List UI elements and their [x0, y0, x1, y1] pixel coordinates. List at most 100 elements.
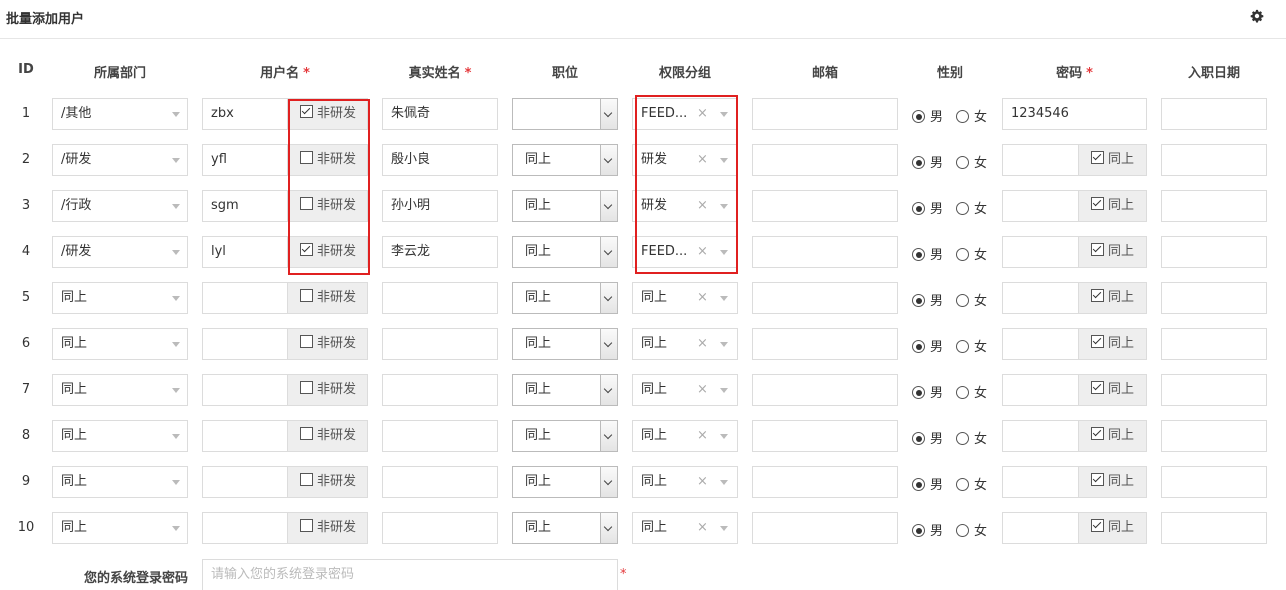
checkbox-icon[interactable]	[1091, 151, 1104, 164]
password-same-checkbox[interactable]: 同上	[1079, 374, 1147, 406]
radio-icon[interactable]	[912, 524, 925, 537]
radio-icon[interactable]	[956, 248, 969, 261]
username-input[interactable]: yfl	[202, 144, 288, 176]
email-input[interactable]	[752, 420, 898, 452]
email-input[interactable]	[752, 236, 898, 268]
join-date-input[interactable]	[1161, 98, 1267, 130]
gender-female-option[interactable]: 女	[956, 198, 987, 217]
radio-icon[interactable]	[912, 386, 925, 399]
gender-male-option[interactable]: 男	[912, 382, 943, 401]
realname-input[interactable]: 殷小良	[382, 144, 498, 176]
realname-input[interactable]	[382, 512, 498, 544]
chevron-down-icon[interactable]	[600, 191, 617, 221]
password-same-checkbox[interactable]: 同上	[1079, 282, 1147, 314]
password-same-checkbox[interactable]: 同上	[1079, 190, 1147, 222]
radio-icon[interactable]	[912, 156, 925, 169]
group-select[interactable]: 同上 ×	[632, 282, 738, 314]
gender-female-option[interactable]: 女	[956, 244, 987, 263]
username-input[interactable]	[202, 420, 288, 452]
department-select[interactable]: /研发	[52, 236, 188, 268]
gender-female-option[interactable]: 女	[956, 520, 987, 539]
position-select[interactable]: 同上	[512, 466, 618, 498]
username-input[interactable]	[202, 282, 288, 314]
email-input[interactable]	[752, 98, 898, 130]
gender-male-option[interactable]: 男	[912, 336, 943, 355]
gender-female-option[interactable]: 女	[956, 106, 987, 125]
username-input[interactable]: sgm	[202, 190, 288, 222]
realname-input[interactable]	[382, 328, 498, 360]
position-select[interactable]: 同上	[512, 420, 618, 452]
email-input[interactable]	[752, 190, 898, 222]
department-select[interactable]: 同上	[52, 466, 188, 498]
username-input[interactable]	[202, 328, 288, 360]
position-select[interactable]: 同上	[512, 328, 618, 360]
chevron-down-icon[interactable]	[600, 283, 617, 313]
join-date-input[interactable]	[1161, 466, 1267, 498]
clear-icon[interactable]: ×	[697, 467, 708, 497]
group-select[interactable]: 同上 ×	[632, 466, 738, 498]
username-input[interactable]: zbx	[202, 98, 288, 130]
non-rd-checkbox[interactable]: 非研发	[288, 328, 368, 360]
gender-female-option[interactable]: 女	[956, 382, 987, 401]
position-select[interactable]: 同上	[512, 190, 618, 222]
checkbox-icon[interactable]	[300, 473, 313, 486]
chevron-down-icon[interactable]	[600, 375, 617, 405]
position-select[interactable]: 同上	[512, 236, 618, 268]
email-input[interactable]	[752, 282, 898, 314]
group-select[interactable]: 同上 ×	[632, 420, 738, 452]
checkbox-icon[interactable]	[300, 289, 313, 302]
password-input[interactable]	[1002, 512, 1079, 544]
password-same-checkbox[interactable]: 同上	[1079, 236, 1147, 268]
chevron-down-icon[interactable]	[600, 237, 617, 267]
radio-icon[interactable]	[956, 478, 969, 491]
gender-male-option[interactable]: 男	[912, 474, 943, 493]
non-rd-checkbox[interactable]: 非研发	[288, 466, 368, 498]
position-select[interactable]: 同上	[512, 282, 618, 314]
password-input[interactable]	[1002, 466, 1079, 498]
position-select[interactable]: 同上	[512, 512, 618, 544]
email-input[interactable]	[752, 374, 898, 406]
checkbox-icon[interactable]	[300, 335, 313, 348]
gender-male-option[interactable]: 男	[912, 428, 943, 447]
password-input[interactable]	[1002, 144, 1079, 176]
chevron-down-icon[interactable]	[600, 513, 617, 543]
join-date-input[interactable]	[1161, 328, 1267, 360]
password-same-checkbox[interactable]: 同上	[1079, 512, 1147, 544]
gender-male-option[interactable]: 男	[912, 106, 943, 125]
realname-input[interactable]	[382, 420, 498, 452]
checkbox-icon[interactable]	[300, 519, 313, 532]
password-input[interactable]	[1002, 374, 1079, 406]
join-date-input[interactable]	[1161, 374, 1267, 406]
password-input[interactable]	[1002, 420, 1079, 452]
checkbox-icon[interactable]	[1091, 519, 1104, 532]
radio-icon[interactable]	[912, 202, 925, 215]
radio-icon[interactable]	[912, 110, 925, 123]
join-date-input[interactable]	[1161, 190, 1267, 222]
username-input[interactable]	[202, 512, 288, 544]
login-password-input[interactable]: 请输入您的系统登录密码	[202, 559, 618, 590]
gender-female-option[interactable]: 女	[956, 428, 987, 447]
password-input[interactable]	[1002, 236, 1079, 268]
non-rd-checkbox[interactable]: 非研发	[288, 512, 368, 544]
checkbox-icon[interactable]	[1091, 473, 1104, 486]
department-select[interactable]: 同上	[52, 420, 188, 452]
checkbox-icon[interactable]	[1091, 197, 1104, 210]
department-select[interactable]: 同上	[52, 374, 188, 406]
checkbox-icon[interactable]	[1091, 335, 1104, 348]
join-date-input[interactable]	[1161, 282, 1267, 314]
clear-icon[interactable]: ×	[697, 513, 708, 543]
checkbox-icon[interactable]	[1091, 289, 1104, 302]
radio-icon[interactable]	[956, 340, 969, 353]
radio-icon[interactable]	[912, 432, 925, 445]
chevron-down-icon[interactable]	[600, 329, 617, 359]
realname-input[interactable]: 朱佩奇	[382, 98, 498, 130]
username-input[interactable]	[202, 374, 288, 406]
gender-male-option[interactable]: 男	[912, 290, 943, 309]
gender-female-option[interactable]: 女	[956, 474, 987, 493]
radio-icon[interactable]	[912, 478, 925, 491]
gender-male-option[interactable]: 男	[912, 244, 943, 263]
gender-male-option[interactable]: 男	[912, 520, 943, 539]
checkbox-icon[interactable]	[1091, 243, 1104, 256]
clear-icon[interactable]: ×	[697, 375, 708, 405]
realname-input[interactable]: 孙小明	[382, 190, 498, 222]
